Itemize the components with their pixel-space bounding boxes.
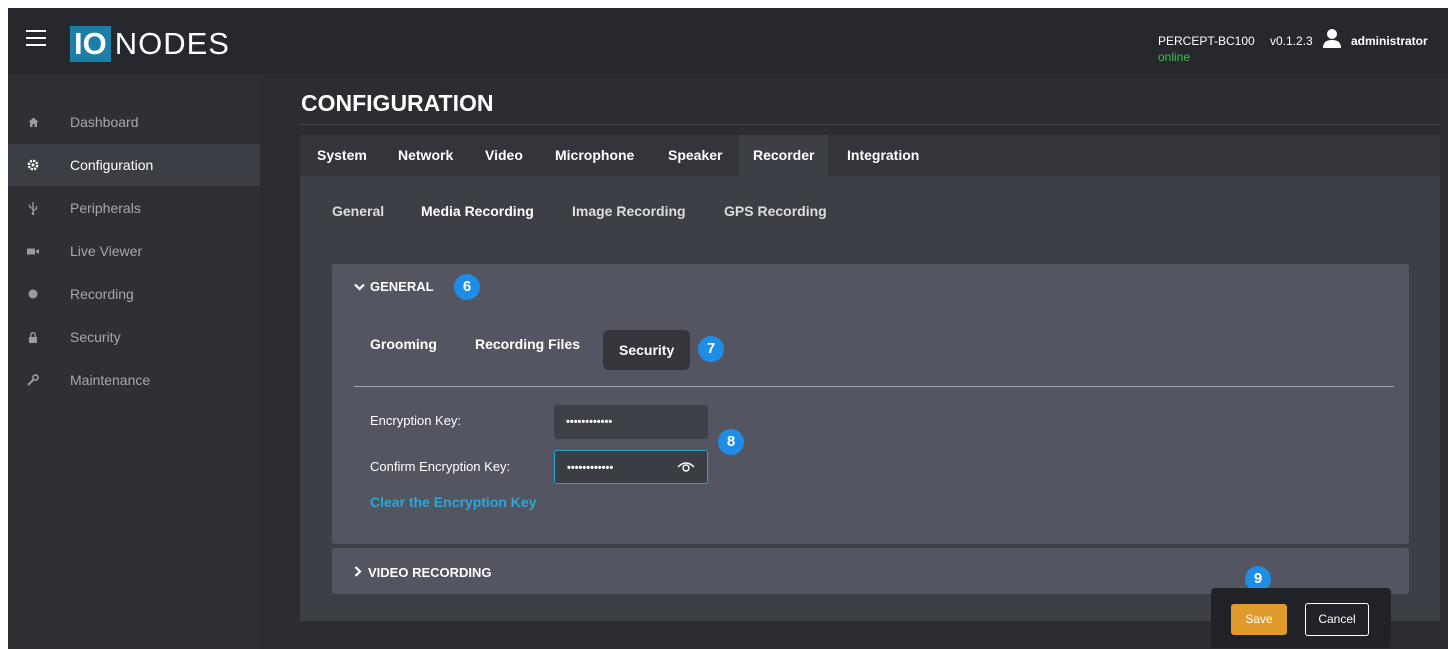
config-panel: System Network Video Microphone Speaker …: [300, 135, 1440, 621]
inner-tab-recording-files[interactable]: Recording Files: [475, 336, 580, 352]
save-button[interactable]: Save: [1231, 604, 1287, 635]
inner-tab-security[interactable]: Security: [603, 330, 691, 370]
sidebar-item-label: Recording: [70, 286, 134, 302]
general-section-toggle[interactable]: GENERAL: [354, 279, 434, 294]
subtab-image-recording[interactable]: Image Recording: [572, 203, 686, 219]
sidebar-item-label: Live Viewer: [70, 243, 143, 259]
username[interactable]: administrator: [1351, 34, 1428, 48]
encryption-key-field[interactable]: ••••••••••••: [554, 405, 708, 439]
video-recording-toggle[interactable]: VIDEO RECORDING: [354, 565, 492, 580]
tabs-bar: System Network Video Microphone Speaker …: [300, 135, 1440, 176]
tab-microphone[interactable]: Microphone: [541, 135, 648, 176]
device-status: online: [1158, 50, 1191, 64]
sidebar-item-configuration[interactable]: Configuration: [8, 144, 260, 186]
usb-icon: [27, 201, 39, 215]
step-badge: 6: [454, 274, 480, 300]
clear-encryption-key-link[interactable]: Clear the Encryption Key: [370, 494, 537, 510]
page-title: CONFIGURATION: [301, 90, 494, 116]
logo-text: NODES: [114, 26, 230, 61]
tab-integration[interactable]: Integration: [833, 135, 933, 176]
hamburger-menu-icon[interactable]: [26, 30, 46, 46]
tab-system[interactable]: System: [303, 135, 381, 176]
top-bar: IO NODES PERCEPT-BC100 online v0.1.2.3 a…: [8, 8, 1448, 74]
title-divider: [300, 124, 1440, 125]
tab-video[interactable]: Video: [471, 135, 537, 176]
sidebar-item-security[interactable]: Security: [8, 316, 260, 358]
sidebar-item-recording[interactable]: Recording: [8, 273, 260, 315]
cancel-button[interactable]: Cancel: [1305, 603, 1369, 636]
logo: IO NODES: [70, 26, 230, 62]
sidebar-item-label: Configuration: [70, 157, 154, 173]
video-camera-icon: [27, 245, 39, 257]
sidebar-item-label: Security: [70, 329, 121, 345]
gear-icon: [27, 159, 39, 171]
general-section: GENERAL 6 Grooming Recording Files Secur…: [332, 264, 1409, 544]
main-content: CONFIGURATION System Network Video Micro…: [260, 74, 1448, 649]
sidebar-item-label: Peripherals: [70, 200, 141, 216]
section-divider: [354, 386, 1394, 387]
sidebar-item-peripherals[interactable]: Peripherals: [8, 187, 260, 229]
chevron-right-icon: [354, 566, 362, 577]
step-badge: 8: [718, 429, 744, 455]
action-bar: Save Cancel: [1211, 588, 1391, 648]
lock-icon: [27, 331, 39, 343]
chevron-down-icon: [354, 283, 365, 291]
step-badge: 7: [698, 336, 724, 362]
encryption-key-label: Encryption Key:: [370, 413, 462, 428]
sidebar-item-live-viewer[interactable]: Live Viewer: [8, 230, 260, 272]
record-icon: [27, 288, 39, 300]
sidebar-item-dashboard[interactable]: Dashboard: [8, 101, 260, 143]
eye-icon[interactable]: [677, 459, 695, 473]
subtab-general[interactable]: General: [332, 203, 384, 219]
app-frame: IO NODES PERCEPT-BC100 online v0.1.2.3 a…: [8, 8, 1448, 649]
confirm-encryption-key-value: ••••••••••••: [567, 462, 614, 474]
general-section-heading: GENERAL: [370, 279, 434, 294]
home-icon: [27, 116, 39, 128]
sidebar-item-maintenance[interactable]: Maintenance: [8, 359, 260, 401]
sidebar-item-label: Dashboard: [70, 114, 139, 130]
subtab-gps-recording[interactable]: GPS Recording: [724, 203, 827, 219]
confirm-encryption-key-label: Confirm Encryption Key:: [370, 459, 511, 474]
version-label: v0.1.2.3: [1270, 34, 1313, 48]
confirm-encryption-key-field[interactable]: ••••••••••••: [554, 450, 708, 484]
tab-speaker[interactable]: Speaker: [654, 135, 736, 176]
sidebar: Dashboard Configuration Peripherals Live…: [8, 74, 260, 649]
subtab-media-recording[interactable]: Media Recording: [421, 203, 534, 219]
wrench-icon: [27, 374, 39, 386]
logo-box: IO: [70, 26, 111, 62]
inner-tab-grooming[interactable]: Grooming: [370, 336, 437, 352]
tab-recorder[interactable]: Recorder: [739, 135, 829, 176]
sidebar-item-label: Maintenance: [70, 372, 151, 388]
device-name: PERCEPT-BC100: [1158, 34, 1255, 48]
user-icon[interactable]: [1322, 28, 1342, 48]
tab-network[interactable]: Network: [384, 135, 467, 176]
video-recording-heading: VIDEO RECORDING: [368, 565, 492, 580]
